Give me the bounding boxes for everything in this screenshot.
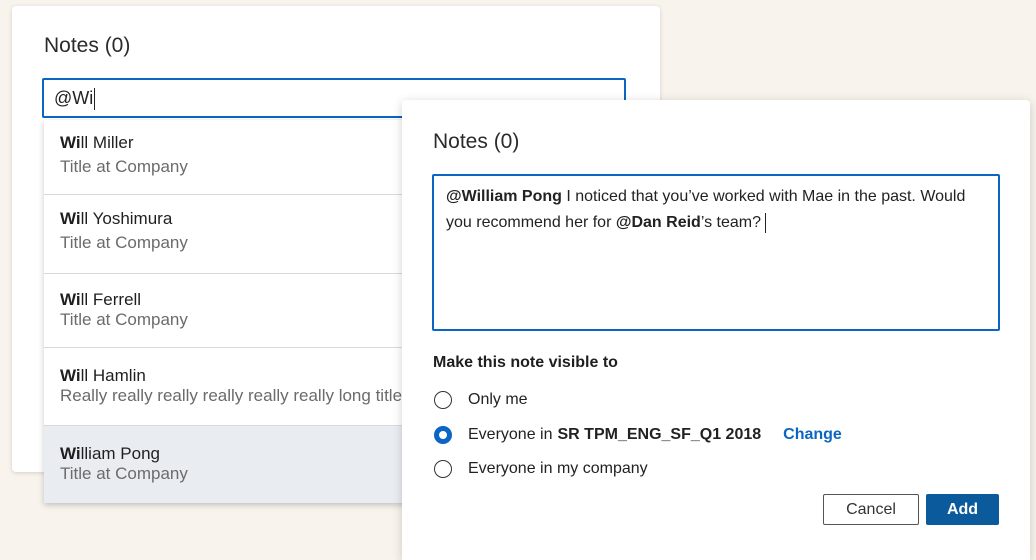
mention-dan-reid[interactable]: @Dan Reid	[616, 214, 701, 231]
suggestion-match: Wi	[60, 366, 81, 385]
suggestion-name: William Pong	[60, 444, 434, 464]
suggestion-item[interactable]: Will Miller Title at Company	[44, 120, 434, 195]
mention-william-pong[interactable]: @William Pong	[446, 188, 562, 205]
add-button[interactable]: Add	[926, 494, 999, 525]
notes-title: Notes (0)	[433, 130, 520, 153]
suggestion-name-rest: ll Ferrell	[80, 290, 142, 309]
radio-button[interactable]	[434, 460, 452, 478]
suggestion-subtitle: Title at Company	[60, 233, 188, 252]
suggestion-subtitle: Really really really really really reall…	[60, 386, 403, 405]
notes-panel: Notes (0) @William Pong I noticed that y…	[402, 100, 1030, 560]
group-name: SR TPM_ENG_SF_Q1 2018	[557, 426, 762, 443]
change-group-link[interactable]: Change	[783, 426, 842, 444]
suggestion-item[interactable]: Will Hamlin Really really really really …	[44, 348, 434, 426]
suggestion-match: Wi	[60, 290, 81, 309]
suggestion-match: Wi	[60, 133, 81, 152]
notes-title: Notes (0)	[44, 34, 131, 57]
suggestion-name: Will Hamlin	[60, 366, 434, 386]
suggestion-subtitle: Title at Company	[60, 464, 188, 483]
visibility-option-group[interactable]: Everyone in SR TPM_ENG_SF_Q1 2018 Change	[434, 424, 842, 446]
suggestion-name-rest: ll Yoshimura	[80, 209, 173, 228]
suggestion-name: Will Miller	[60, 133, 434, 153]
suggestion-subtitle: Title at Company	[60, 157, 188, 176]
suggestion-name-rest: ll Hamlin	[80, 366, 146, 385]
visibility-heading: Make this note visible to	[433, 354, 618, 371]
suggestion-name: Will Yoshimura	[60, 209, 434, 229]
suggestion-match: Wi	[60, 209, 81, 228]
suggestion-name: Will Ferrell	[60, 290, 434, 310]
mention-suggestions-dropdown: Will Miller Title at Company Will Yoshim…	[44, 120, 434, 503]
suggestion-item[interactable]: Will Ferrell Title at Company	[44, 274, 434, 348]
mention-input-value: @Wi	[54, 88, 94, 108]
radio-button[interactable]	[434, 391, 452, 409]
suggestion-name-rest: lliam Pong	[80, 444, 160, 463]
note-textarea[interactable]: @William Pong I noticed that you’ve work…	[432, 174, 1000, 331]
cancel-button[interactable]: Cancel	[823, 494, 919, 525]
suggestion-item-selected[interactable]: William Pong Title at Company	[44, 426, 434, 503]
radio-label: Everyone in	[468, 426, 553, 443]
text-cursor	[765, 212, 766, 233]
suggestion-item[interactable]: Will Yoshimura Title at Company	[44, 195, 434, 274]
radio-button-checked[interactable]	[434, 426, 452, 444]
suggestion-subtitle: Title at Company	[60, 310, 188, 329]
radio-label: Everyone in my company	[468, 460, 648, 477]
visibility-option-only-me[interactable]: Only me	[434, 389, 528, 411]
radio-label: Only me	[468, 391, 528, 408]
visibility-option-company[interactable]: Everyone in my company	[434, 458, 648, 480]
suggestion-name-rest: ll Miller	[80, 133, 134, 152]
text-cursor	[94, 88, 96, 111]
note-text: ’s team?	[700, 214, 761, 231]
suggestion-match: Wi	[60, 444, 81, 463]
